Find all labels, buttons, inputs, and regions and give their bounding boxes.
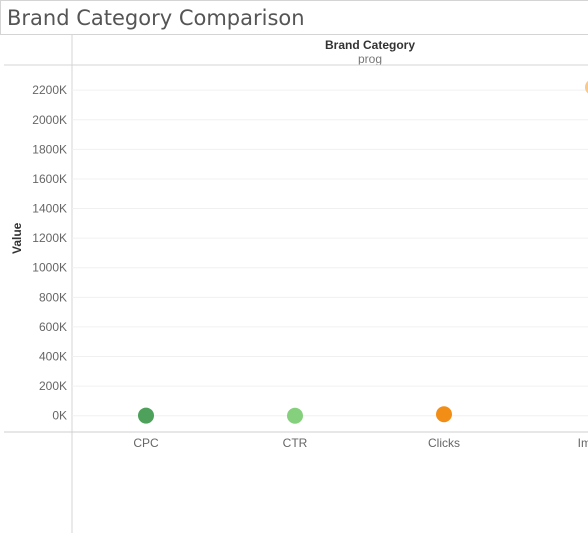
y-tick-label: 1200K bbox=[32, 231, 67, 245]
data-point[interactable] bbox=[138, 407, 154, 424]
y-tick-label: 2000K bbox=[32, 113, 67, 127]
y-tick-label: 1400K bbox=[32, 202, 67, 216]
x-tick-label: CTR bbox=[283, 436, 308, 450]
x-tick-label: Impre bbox=[578, 436, 588, 450]
y-tick-label: 1000K bbox=[32, 261, 67, 275]
x-tick-label: CPC bbox=[133, 436, 159, 450]
data-points bbox=[138, 80, 588, 424]
y-tick-label: 200K bbox=[39, 379, 67, 393]
y-tick-label: 400K bbox=[39, 350, 67, 364]
y-tick-label: 0K bbox=[52, 409, 67, 423]
data-point[interactable] bbox=[436, 406, 452, 423]
y-tick-label: 1800K bbox=[32, 142, 67, 156]
gridlines bbox=[72, 89, 588, 417]
data-point[interactable] bbox=[287, 407, 303, 424]
y-tick-label: 600K bbox=[39, 320, 67, 334]
x-tick-label: Clicks bbox=[428, 436, 460, 450]
y-tick-label: 1600K bbox=[32, 172, 67, 186]
y-tick-label: 800K bbox=[39, 290, 67, 304]
y-ticks: 0K 200K 400K 600K 800K 1000K 1200K 1400K 1600K 18… bbox=[32, 83, 67, 423]
chart-area: 0K 200K 400K 600K 800K 1000K 1200K 1400K 1600K 18… bbox=[4, 35, 588, 533]
y-tick-label: 2200K bbox=[32, 83, 67, 97]
x-ticks: CPC CTR Clicks Impre bbox=[133, 436, 588, 450]
